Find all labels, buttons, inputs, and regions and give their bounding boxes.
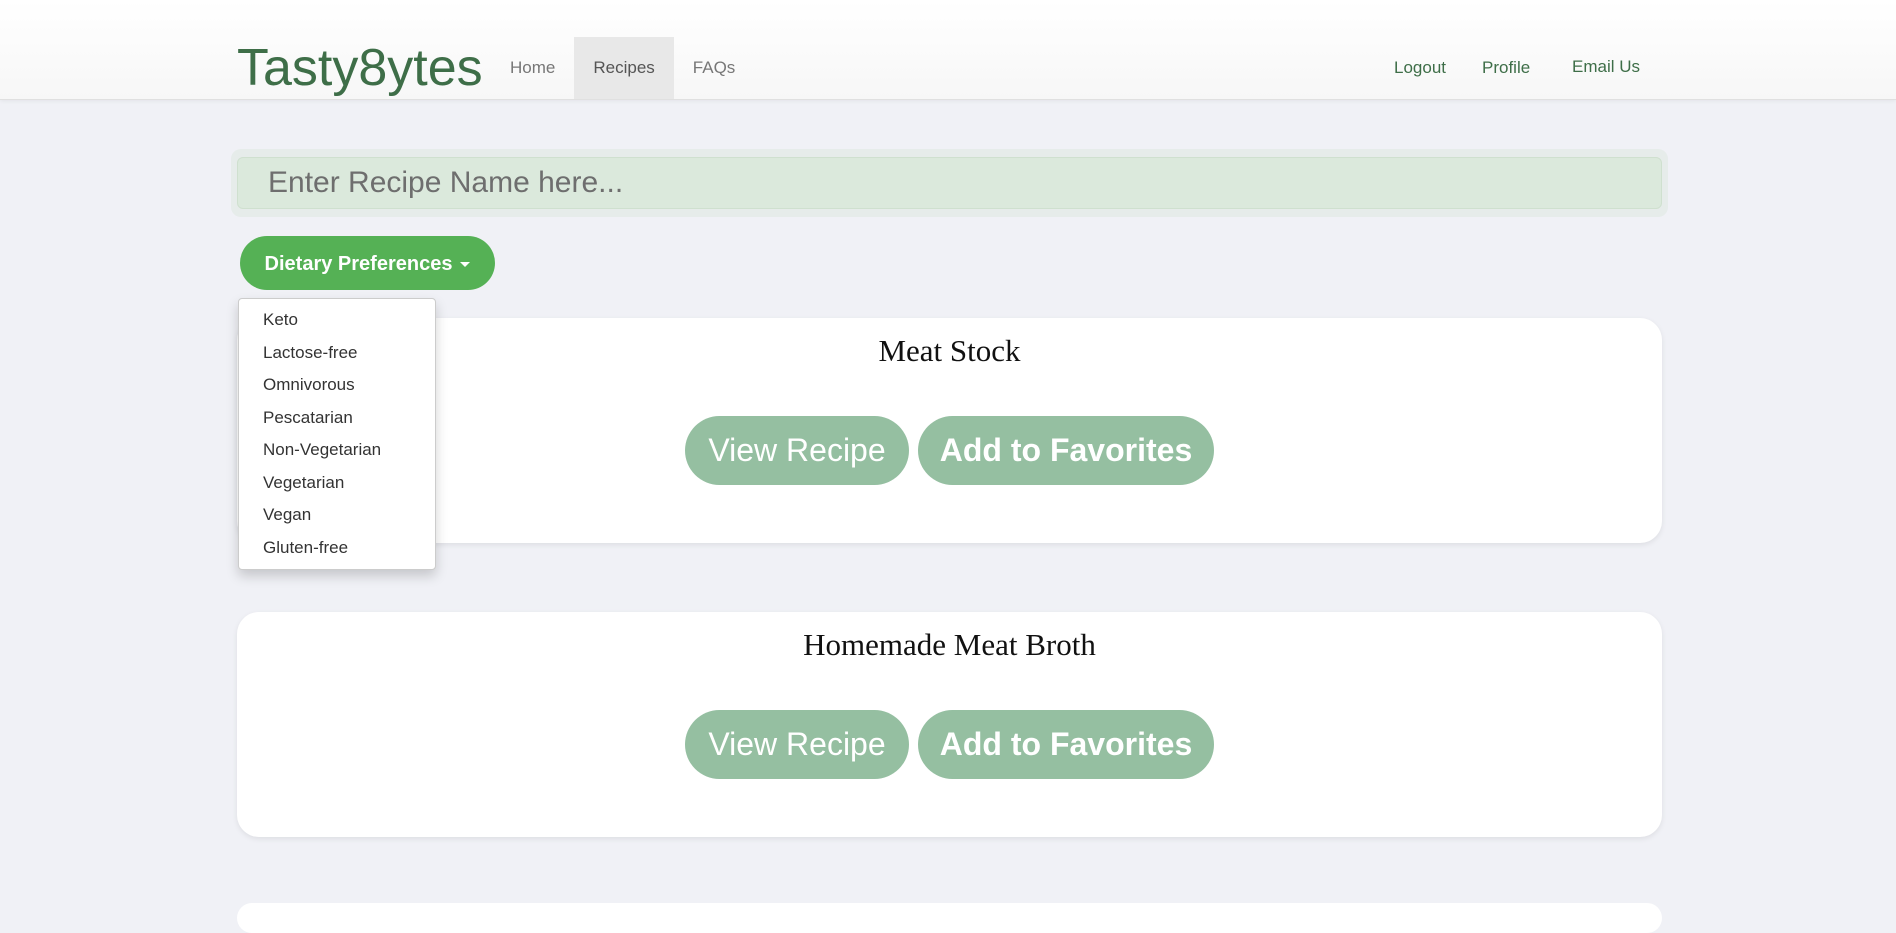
add-to-favorites-button[interactable]: Add to Favorites — [918, 416, 1214, 485]
dropdown-item-vegan[interactable]: Vegan — [263, 505, 311, 525]
recipe-title: Homemade Meat Broth — [803, 627, 1096, 662]
search-container — [231, 149, 1668, 217]
dropdown-item-keto[interactable]: Keto — [263, 310, 298, 330]
dropdown-item-vegetarian[interactable]: Vegetarian — [263, 473, 344, 493]
dietary-preferences-button[interactable]: Dietary Preferences — [240, 236, 495, 290]
view-recipe-button[interactable]: View Recipe — [685, 710, 909, 779]
main-nav: Home Recipes FAQs — [491, 37, 754, 99]
nav-recipes[interactable]: Recipes — [574, 37, 674, 99]
recipe-card: Meat Stock View Recipe Add to Favorites — [237, 318, 1662, 543]
top-navbar: Tasty8ytes Home Recipes FAQs Logout Prof… — [0, 0, 1896, 100]
brand-logo[interactable]: Tasty8ytes — [237, 36, 483, 100]
dropdown-item-omnivorous[interactable]: Omnivorous — [263, 375, 355, 395]
dropdown-item-gluten-free[interactable]: Gluten-free — [263, 538, 348, 558]
nav-faqs[interactable]: FAQs — [674, 37, 755, 99]
nav-logout[interactable]: Logout — [1394, 37, 1446, 99]
nav-home[interactable]: Home — [491, 37, 574, 99]
recipe-search-input[interactable] — [237, 157, 1662, 209]
add-to-favorites-button[interactable]: Add to Favorites — [918, 710, 1214, 779]
dietary-preferences-label: Dietary Preferences — [264, 253, 453, 275]
recipe-card: Homemade Meat Broth View Recipe Add to F… — [237, 612, 1662, 837]
nav-email-us[interactable]: Email Us — [1572, 36, 1640, 98]
caret-down-icon — [460, 262, 471, 268]
nav-profile[interactable]: Profile — [1482, 37, 1530, 99]
dropdown-item-non-vegetarian[interactable]: Non-Vegetarian — [263, 440, 381, 460]
dropdown-item-lactose-free[interactable]: Lactose-free — [263, 343, 358, 363]
recipe-title: Meat Stock — [878, 333, 1021, 368]
view-recipe-button[interactable]: View Recipe — [685, 416, 909, 485]
dropdown-item-pescatarian[interactable]: Pescatarian — [263, 408, 353, 428]
dietary-dropdown-menu: Keto Lactose-free Omnivorous Pescatarian… — [238, 298, 436, 570]
